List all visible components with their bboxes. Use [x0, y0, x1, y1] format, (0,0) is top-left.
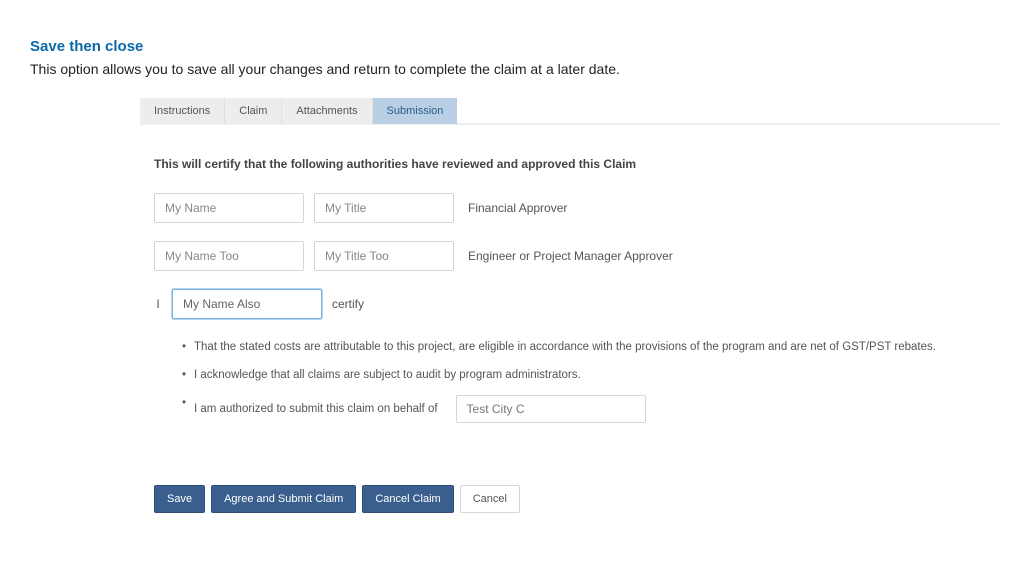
certification-bullets: That the stated costs are attributable t… [182, 339, 986, 423]
approver-2-role: Engineer or Project Manager Approver [468, 249, 673, 263]
cancel-claim-button[interactable]: Cancel Claim [362, 485, 453, 513]
approver-row-2: My Name Too My Title Too Engineer or Pro… [154, 241, 986, 271]
tab-submission[interactable]: Submission [373, 98, 458, 124]
self-certify-row: I My Name Also certify [154, 289, 986, 319]
tab-bar: Instructions Claim Attachments Submissio… [140, 99, 1000, 125]
certify-suffix: certify [332, 297, 364, 311]
bullet-1: That the stated costs are attributable t… [182, 339, 986, 355]
save-button[interactable]: Save [154, 485, 205, 513]
bullet-3: I am authorized to submit this claim on … [182, 395, 986, 423]
approver-1-role: Financial Approver [468, 201, 567, 215]
page-title: Save then close [30, 38, 994, 55]
on-behalf-of-input[interactable]: Test City C [456, 395, 646, 423]
button-bar: Save Agree and Submit Claim Cancel Claim… [140, 485, 1000, 513]
tab-instructions[interactable]: Instructions [140, 98, 225, 124]
certify-prefix: I [154, 297, 162, 311]
approver-2-name-input[interactable]: My Name Too [154, 241, 304, 271]
bullet-2: I acknowledge that all claims are subjec… [182, 367, 986, 383]
agree-submit-button[interactable]: Agree and Submit Claim [211, 485, 356, 513]
cancel-button[interactable]: Cancel [460, 485, 520, 513]
approver-1-title-input[interactable]: My Title [314, 193, 454, 223]
certification-heading: This will certify that the following aut… [154, 157, 986, 171]
tab-spacer [457, 98, 1000, 124]
claim-panel: Instructions Claim Attachments Submissio… [140, 99, 1000, 513]
tab-claim[interactable]: Claim [225, 98, 282, 124]
tab-attachments[interactable]: Attachments [282, 98, 372, 124]
self-certify-name-input[interactable]: My Name Also [172, 289, 322, 319]
approver-2-title-input[interactable]: My Title Too [314, 241, 454, 271]
approver-row-1: My Name My Title Financial Approver [154, 193, 986, 223]
bullet-3-prefix: I am authorized to submit this claim on … [194, 401, 438, 417]
submission-content: This will certify that the following aut… [140, 125, 1000, 445]
approver-1-name-input[interactable]: My Name [154, 193, 304, 223]
page-description: This option allows you to save all your … [30, 61, 994, 77]
